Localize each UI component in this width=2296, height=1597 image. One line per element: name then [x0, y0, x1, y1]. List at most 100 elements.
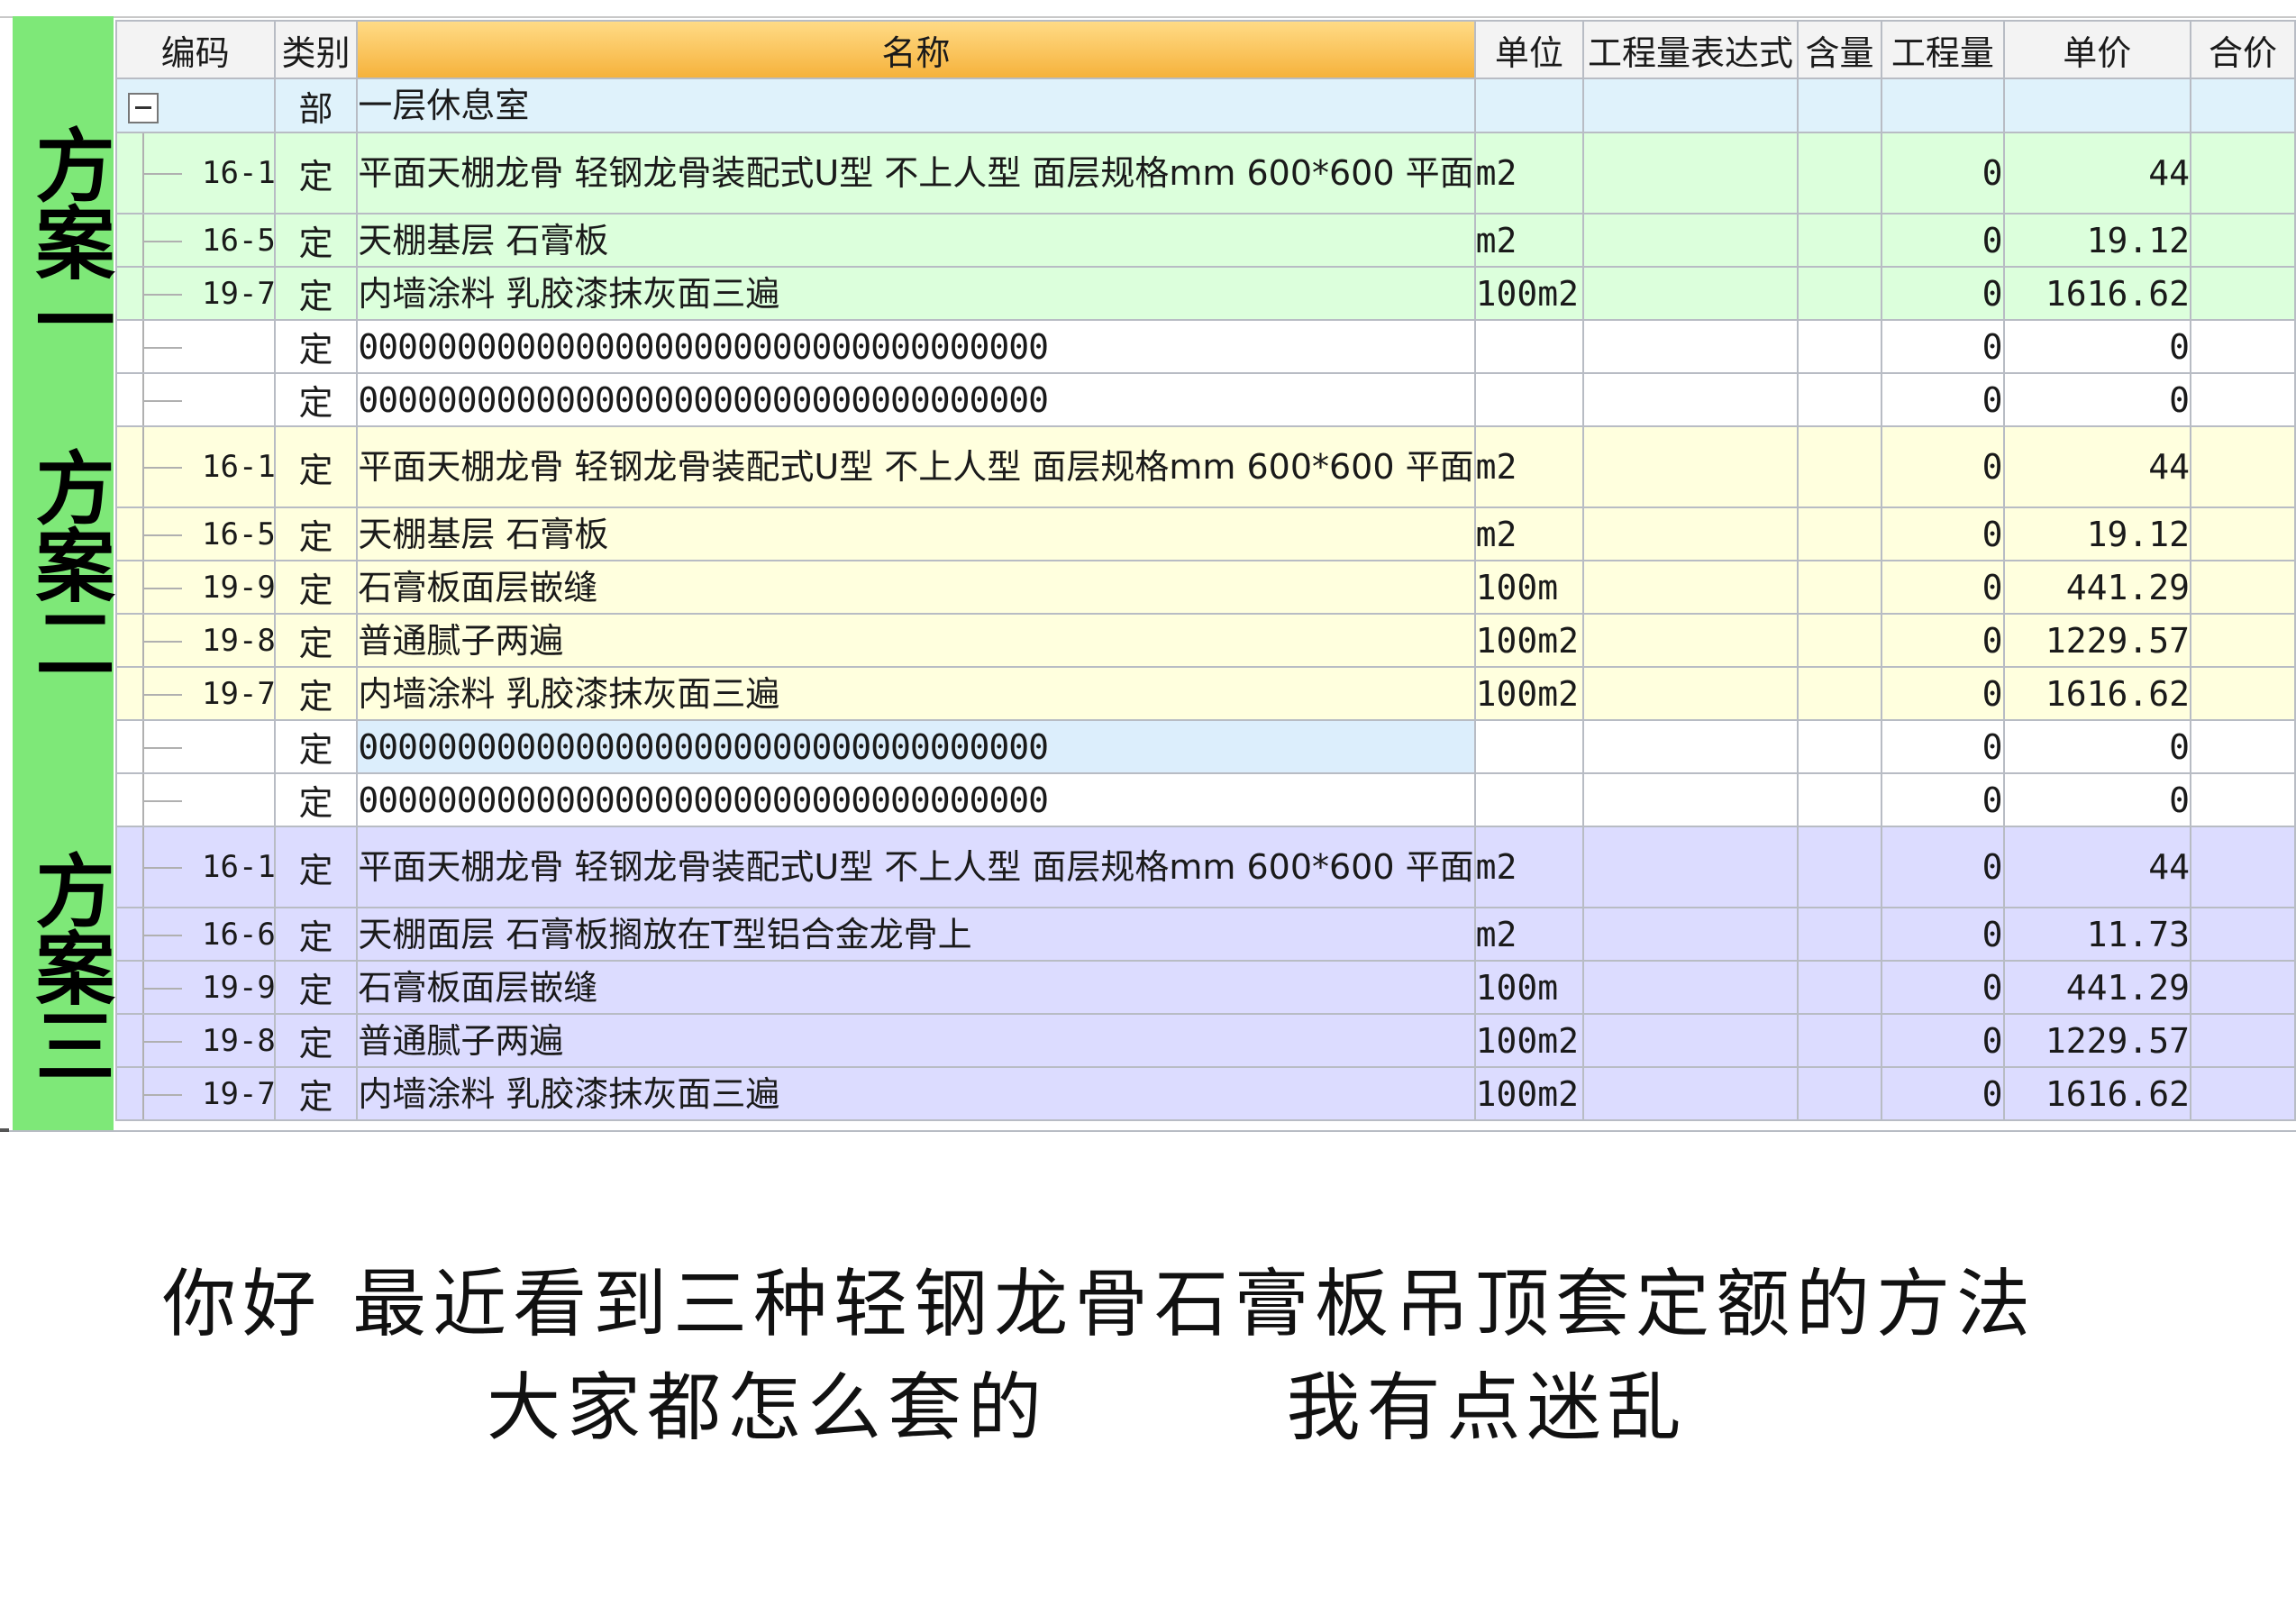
- total-cell[interactable]: [2190, 266, 2296, 321]
- code-cell[interactable]: [115, 719, 276, 774]
- quantity-cell[interactable]: 0: [1881, 372, 2005, 427]
- group-expression-cell[interactable]: [1582, 78, 1799, 133]
- unit-price-cell[interactable]: 441.29: [2002, 960, 2192, 1015]
- table-row[interactable]: 16-11定平面天棚龙骨 轻钢龙骨装配式U型 不上人型 面层规格mm 600*6…: [115, 425, 2296, 508]
- expression-cell[interactable]: [1582, 1013, 1799, 1068]
- unit-price-cell[interactable]: 441.29: [2002, 560, 2192, 615]
- name-cell[interactable]: 平面天棚龙骨 轻钢龙骨装配式U型 不上人型 面层规格mm 600*600 平面: [356, 826, 1476, 908]
- unit-price-cell[interactable]: 44: [2002, 132, 2192, 214]
- type-cell[interactable]: 定: [273, 613, 359, 668]
- quantity-cell[interactable]: 0: [1881, 1013, 2005, 1068]
- unit-cell[interactable]: [1473, 319, 1585, 374]
- table-row[interactable]: 定 00000000000000000000000000000000000 0 0: [115, 372, 2296, 427]
- content-cell[interactable]: [1796, 960, 1883, 1015]
- quantity-cell[interactable]: 0: [1881, 425, 2005, 508]
- content-cell[interactable]: [1796, 372, 1883, 427]
- quantity-cell[interactable]: 0: [1881, 772, 2005, 827]
- expression-cell[interactable]: [1582, 506, 1799, 561]
- expression-cell[interactable]: [1582, 319, 1799, 374]
- table-row[interactable]: 19-88定普通腻子两遍100m2 01229.57: [115, 1013, 2296, 1068]
- unit-price-cell[interactable]: 0: [2002, 372, 2192, 427]
- content-cell[interactable]: [1796, 560, 1883, 615]
- unit-price-cell[interactable]: 0: [2002, 772, 2192, 827]
- table-row[interactable]: 19-73定内墙涂料 乳胶漆抹灰面三遍100m2 01616.62: [115, 666, 2296, 721]
- content-cell[interactable]: [1796, 425, 1883, 508]
- code-cell[interactable]: [115, 772, 276, 827]
- name-cell[interactable]: 天棚面层 石膏板搁放在T型铝合金龙骨上: [356, 907, 1476, 962]
- group-price-cell[interactable]: [2002, 78, 2192, 133]
- expression-cell[interactable]: [1582, 425, 1799, 508]
- unit-cell[interactable]: m2: [1473, 506, 1585, 561]
- type-cell[interactable]: 定: [273, 1013, 359, 1068]
- unit-cell[interactable]: [1473, 719, 1585, 774]
- quantity-cell[interactable]: 0: [1881, 319, 2005, 374]
- column-header-quantity[interactable]: 工程量: [1881, 20, 2005, 79]
- code-cell[interactable]: 19-73: [115, 666, 276, 721]
- table-row[interactable]: 16-11定平面天棚龙骨 轻钢龙骨装配式U型 不上人型 面层规格mm 600*6…: [115, 826, 2296, 908]
- name-cell[interactable]: 00000000000000000000000000000000000: [356, 772, 1476, 827]
- quantity-cell[interactable]: 0: [1881, 960, 2005, 1015]
- name-cell[interactable]: 00000000000000000000000000000000000: [356, 372, 1476, 427]
- column-header-unit[interactable]: 单位: [1473, 20, 1585, 79]
- table-row[interactable]: 19-73定内墙涂料 乳胶漆抹灰面三遍100m2 01616.62: [115, 1066, 2296, 1121]
- content-cell[interactable]: [1796, 506, 1883, 561]
- type-cell[interactable]: 定: [273, 719, 359, 774]
- column-header-type[interactable]: 类别: [273, 20, 359, 79]
- quantity-cell[interactable]: 0: [1881, 719, 2005, 774]
- name-cell[interactable]: 平面天棚龙骨 轻钢龙骨装配式U型 不上人型 面层规格mm 600*600 平面: [356, 425, 1476, 508]
- unit-cell[interactable]: 100m: [1473, 960, 1585, 1015]
- content-cell[interactable]: [1796, 666, 1883, 721]
- code-cell[interactable]: 16-11: [115, 425, 276, 508]
- unit-price-cell[interactable]: 1616.62: [2002, 266, 2192, 321]
- code-cell[interactable]: 16-53: [115, 506, 276, 561]
- code-cell[interactable]: 19-88: [115, 613, 276, 668]
- name-cell[interactable]: 内墙涂料 乳胶漆抹灰面三遍: [356, 266, 1476, 321]
- unit-cell[interactable]: 100m: [1473, 560, 1585, 615]
- name-cell[interactable]: 石膏板面层嵌缝: [356, 960, 1476, 1015]
- unit-cell[interactable]: m2: [1473, 907, 1585, 962]
- content-cell[interactable]: [1796, 1066, 1883, 1121]
- code-cell[interactable]: [115, 372, 276, 427]
- type-cell[interactable]: 定: [273, 425, 359, 508]
- column-header-expression[interactable]: 工程量表达式: [1582, 20, 1799, 79]
- expression-cell[interactable]: [1582, 772, 1799, 827]
- table-row[interactable]: 19-93定石膏板面层嵌缝100m 0441.29: [115, 560, 2296, 615]
- group-unit-cell[interactable]: [1473, 78, 1585, 133]
- expression-cell[interactable]: [1582, 372, 1799, 427]
- total-cell[interactable]: [2190, 132, 2296, 214]
- expression-cell[interactable]: [1582, 213, 1799, 268]
- quantity-cell[interactable]: 0: [1881, 132, 2005, 214]
- name-cell[interactable]: 内墙涂料 乳胶漆抹灰面三遍: [356, 1066, 1476, 1121]
- table-row[interactable]: 定 00000000000000000000000000000000000 0 0: [115, 319, 2296, 374]
- content-cell[interactable]: [1796, 319, 1883, 374]
- total-cell[interactable]: [2190, 613, 2296, 668]
- name-cell[interactable]: 石膏板面层嵌缝: [356, 560, 1476, 615]
- total-cell[interactable]: [2190, 1013, 2296, 1068]
- expression-cell[interactable]: [1582, 960, 1799, 1015]
- code-cell[interactable]: 16-68: [115, 907, 276, 962]
- unit-price-cell[interactable]: 19.12: [2002, 506, 2192, 561]
- column-header-code[interactable]: 编码: [115, 20, 276, 79]
- unit-price-cell[interactable]: 11.73: [2002, 907, 2192, 962]
- unit-price-cell[interactable]: 19.12: [2002, 213, 2192, 268]
- quantity-cell[interactable]: 0: [1881, 213, 2005, 268]
- total-cell[interactable]: [2190, 826, 2296, 908]
- type-cell[interactable]: 定: [273, 772, 359, 827]
- unit-cell[interactable]: m2: [1473, 826, 1585, 908]
- content-cell[interactable]: [1796, 826, 1883, 908]
- unit-price-cell[interactable]: 1229.57: [2002, 1013, 2192, 1068]
- name-cell[interactable]: 00000000000000000000000000000000000: [356, 319, 1476, 374]
- table-row[interactable]: 16-53定天棚基层 石膏板m2 019.12: [115, 213, 2296, 268]
- quantity-cell[interactable]: 0: [1881, 826, 2005, 908]
- group-row[interactable]: 部 一层休息室: [115, 78, 2296, 133]
- total-cell[interactable]: [2190, 372, 2296, 427]
- table-row[interactable]: 定 00000000000000000000000000000000000 0 0: [115, 772, 2296, 827]
- name-cell[interactable]: 平面天棚龙骨 轻钢龙骨装配式U型 不上人型 面层规格mm 600*600 平面: [356, 132, 1476, 214]
- column-header-unit-price[interactable]: 单价: [2002, 20, 2192, 79]
- expression-cell[interactable]: [1582, 613, 1799, 668]
- group-quantity-cell[interactable]: [1881, 78, 2005, 133]
- unit-cell[interactable]: m2: [1473, 425, 1585, 508]
- content-cell[interactable]: [1796, 772, 1883, 827]
- expression-cell[interactable]: [1582, 266, 1799, 321]
- unit-price-cell[interactable]: 44: [2002, 425, 2192, 508]
